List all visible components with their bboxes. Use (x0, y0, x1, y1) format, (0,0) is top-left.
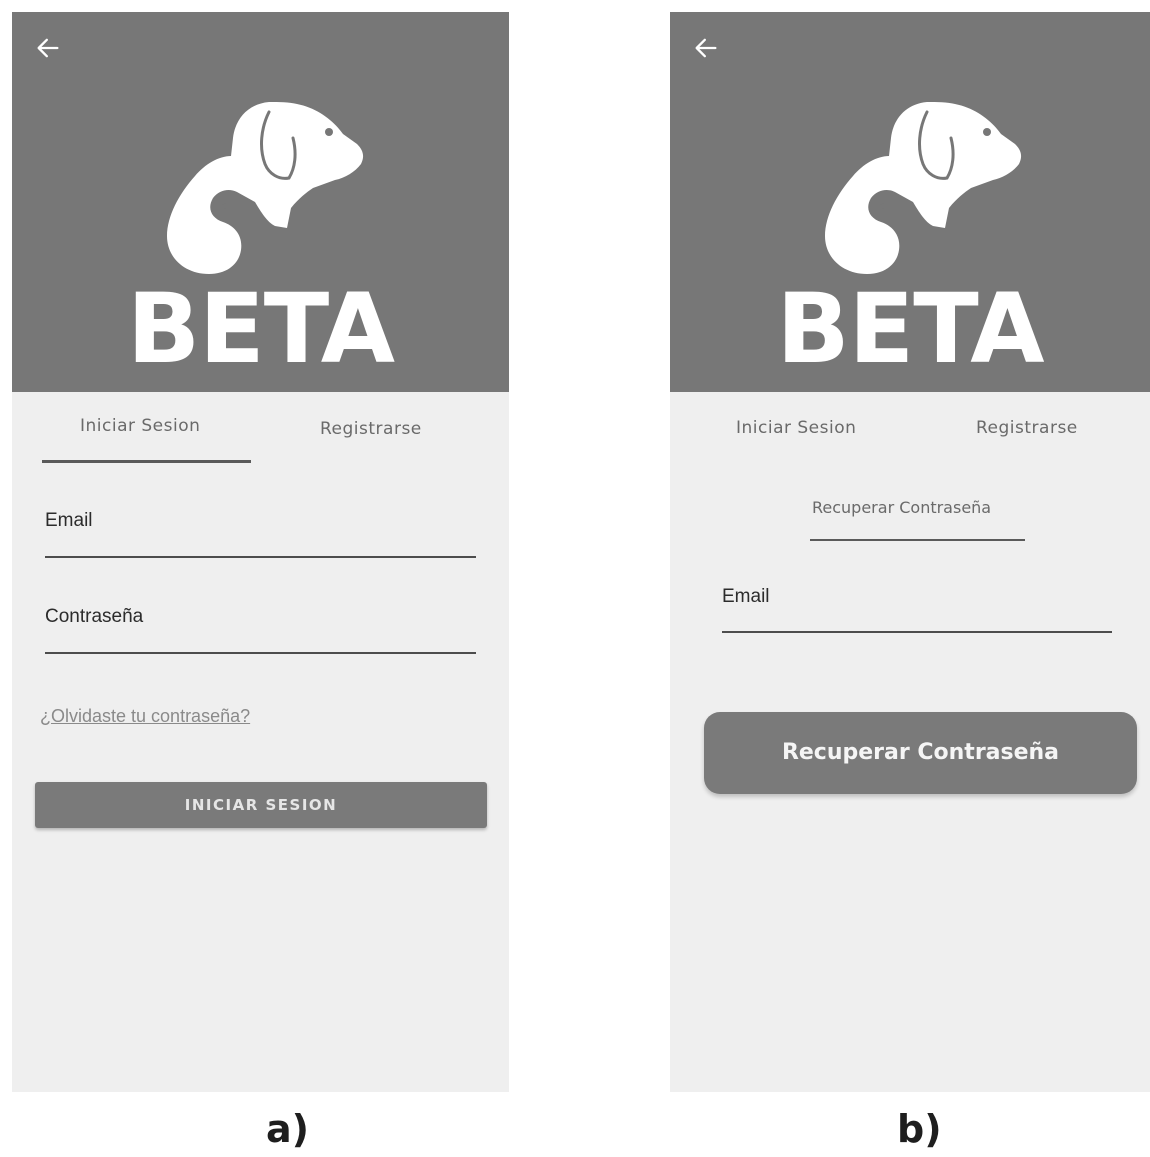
password-label: Contraseña (45, 606, 144, 627)
forgot-password-link[interactable]: ¿Olvidaste tu contraseña? (40, 706, 250, 727)
tab-register[interactable]: Registrarse (320, 419, 422, 439)
tab-login[interactable]: Iniciar Sesion (736, 418, 856, 438)
password-underline (45, 652, 476, 654)
recover-section-title: Recuperar Contraseña (812, 498, 992, 517)
email-underline (722, 631, 1112, 633)
email-input[interactable] (722, 606, 1110, 630)
login-button[interactable]: INICIAR SESION (35, 782, 487, 828)
caption-b: b) (897, 1107, 942, 1151)
tab-register[interactable]: Registrarse (976, 418, 1078, 438)
section-title-underline (810, 539, 1025, 541)
caption-a: a) (266, 1107, 310, 1151)
email-input[interactable] (45, 530, 475, 554)
email-underline (45, 556, 476, 558)
password-input[interactable] (45, 626, 475, 650)
app-header: BETA (670, 12, 1150, 392)
email-label: Email (722, 586, 770, 607)
dog-cat-logo-icon (825, 102, 1022, 274)
dog-cat-logo-icon (167, 102, 364, 274)
back-arrow-icon[interactable] (34, 34, 62, 62)
brand-name: BETA (776, 273, 1044, 385)
brand-name: BETA (126, 273, 395, 385)
app-header: BETA (12, 12, 509, 392)
back-arrow-icon[interactable] (692, 34, 720, 62)
tab-login[interactable]: Iniciar Sesion (80, 416, 200, 436)
login-screen: BETA Iniciar Sesion Registrarse Email Co… (12, 12, 509, 1092)
recover-password-screen: BETA Iniciar Sesion Registrarse Recupera… (670, 12, 1150, 1092)
email-label: Email (45, 510, 93, 531)
tab-active-indicator (42, 460, 251, 463)
recover-password-button[interactable]: Recuperar Contraseña (704, 712, 1137, 794)
